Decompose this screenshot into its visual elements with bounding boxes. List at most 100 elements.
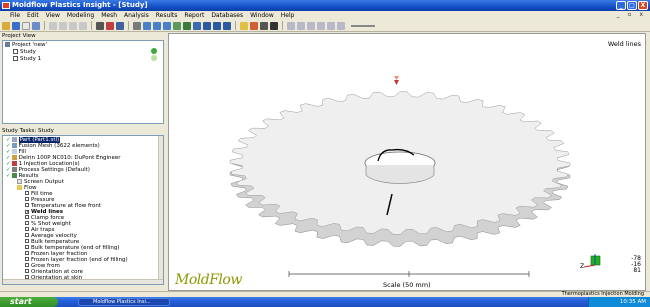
window-controls: _ □ X bbox=[616, 1, 648, 10]
view-icon[interactable] bbox=[193, 21, 201, 30]
close-button[interactable]: X bbox=[638, 1, 648, 10]
result-checkbox[interactable] bbox=[25, 191, 29, 195]
result-checkbox[interactable] bbox=[25, 251, 29, 255]
tasks-vertical-scrollbar[interactable] bbox=[158, 136, 163, 284]
clock[interactable]: 10:35 AM bbox=[620, 299, 646, 305]
menu-modeling[interactable]: Modeling bbox=[67, 12, 94, 19]
model-viewport[interactable]: Weld lines MoldFlow Scale (50 mm) Z -78 … bbox=[168, 33, 646, 291]
part-icon bbox=[11, 137, 17, 142]
next-frame-icon[interactable] bbox=[317, 21, 325, 30]
rotate-icon[interactable] bbox=[143, 21, 151, 30]
report-icon[interactable] bbox=[260, 21, 268, 30]
mdi-controls[interactable]: _ ▫ x bbox=[617, 11, 646, 18]
pan-icon[interactable] bbox=[153, 21, 161, 30]
result-checkbox[interactable] bbox=[25, 269, 29, 273]
toolbar-separator bbox=[91, 21, 92, 30]
study-tasks-title: Study Tasks: Study bbox=[2, 128, 54, 134]
query-icon[interactable] bbox=[106, 21, 114, 30]
result-checkbox[interactable] bbox=[25, 215, 29, 219]
help-pointer-icon[interactable] bbox=[116, 21, 124, 30]
gear-bore-wall bbox=[365, 165, 435, 184]
tasks-horizontal-scrollbar[interactable] bbox=[3, 279, 163, 284]
result-checkbox[interactable] bbox=[25, 245, 29, 249]
toolbar-separator bbox=[282, 21, 283, 30]
menu-results[interactable]: Results bbox=[156, 12, 178, 19]
mesh-icon bbox=[11, 143, 17, 148]
first-frame-icon[interactable] bbox=[287, 21, 295, 30]
stop-icon[interactable] bbox=[337, 21, 345, 30]
new-icon[interactable] bbox=[22, 21, 30, 30]
animate-icon[interactable] bbox=[270, 21, 278, 30]
copy-icon[interactable] bbox=[79, 21, 87, 30]
taskbar-app-button[interactable]: Moldflow Plastics Insi... bbox=[78, 298, 170, 306]
undo-icon[interactable] bbox=[49, 21, 57, 30]
save-icon[interactable] bbox=[12, 21, 20, 30]
result-checkbox[interactable] bbox=[25, 233, 29, 237]
status-ok-icon bbox=[151, 55, 157, 61]
project-item-study[interactable]: Study bbox=[13, 49, 36, 55]
menu-edit[interactable]: Edit bbox=[27, 12, 39, 19]
toolbar-separator bbox=[44, 21, 45, 30]
result-checkbox[interactable] bbox=[25, 239, 29, 243]
print-icon[interactable] bbox=[96, 21, 104, 30]
project-view-panel: Project 'new' Study Study 1 bbox=[2, 40, 164, 124]
menu-help[interactable]: Help bbox=[281, 12, 295, 19]
folder-icon bbox=[17, 185, 22, 190]
result-checkbox[interactable] bbox=[25, 263, 29, 267]
start-button[interactable]: start bbox=[0, 297, 58, 307]
screen-output-icon bbox=[17, 179, 22, 184]
zoom-area-icon[interactable] bbox=[173, 21, 181, 30]
menu-mesh[interactable]: Mesh bbox=[101, 12, 117, 19]
gear-model-view[interactable] bbox=[169, 34, 646, 291]
taskbar: start Moldflow Plastics Insi... 10:35 AM bbox=[0, 297, 650, 307]
fill-icon bbox=[11, 149, 17, 154]
project-root-label: Project 'new' bbox=[12, 42, 47, 48]
animation-slider[interactable] bbox=[351, 24, 375, 27]
result-checkbox[interactable] bbox=[25, 221, 29, 225]
mesh-icon[interactable] bbox=[213, 21, 221, 30]
project-item-label: Study 1 bbox=[20, 56, 42, 62]
result-checkbox-checked[interactable]: ✓ bbox=[25, 210, 30, 215]
results-icon[interactable] bbox=[240, 21, 248, 30]
grid-icon[interactable] bbox=[203, 21, 211, 30]
study-tasks-panel: ✓ Part (Part1.stl) ✓ Fusion Mesh (3622 ele… bbox=[2, 135, 164, 285]
fit-icon[interactable] bbox=[183, 21, 191, 30]
redo-icon[interactable] bbox=[59, 21, 67, 30]
layers-icon[interactable] bbox=[223, 21, 231, 30]
task-label: Fusion Mesh (3622 elements) bbox=[18, 143, 100, 149]
cut-icon[interactable] bbox=[69, 21, 77, 30]
menu-databases[interactable]: Databases bbox=[211, 12, 243, 19]
app-window: Moldflow Plastics Insight - [Study] _ □ … bbox=[0, 0, 650, 307]
disk-icon[interactable] bbox=[32, 21, 40, 30]
project-root[interactable]: Project 'new' bbox=[5, 42, 47, 48]
axis-z-label: Z bbox=[580, 263, 585, 270]
play-icon[interactable] bbox=[307, 21, 315, 30]
menu-report[interactable]: Report bbox=[184, 12, 204, 19]
select-icon[interactable] bbox=[133, 21, 141, 30]
injection-icon bbox=[11, 161, 17, 166]
result-checkbox[interactable] bbox=[25, 203, 29, 207]
minimize-button[interactable]: _ bbox=[616, 1, 626, 10]
rotation-z-value: 81 bbox=[633, 267, 641, 274]
menu-file[interactable]: File bbox=[10, 12, 20, 19]
moldflow-app-icon bbox=[2, 2, 10, 9]
project-item-study-1[interactable]: Study 1 bbox=[13, 56, 41, 62]
result-checkbox[interactable] bbox=[25, 227, 29, 231]
open-icon[interactable] bbox=[2, 21, 10, 30]
pause-icon[interactable] bbox=[327, 21, 335, 30]
zoom-icon[interactable] bbox=[163, 21, 171, 30]
project-item-label: Study bbox=[20, 49, 36, 55]
plot-icon[interactable] bbox=[250, 21, 258, 30]
project-view-title: Project View bbox=[2, 33, 36, 39]
maximize-button[interactable]: □ bbox=[627, 1, 637, 10]
result-checkbox[interactable] bbox=[25, 197, 29, 201]
toolbar-separator bbox=[235, 21, 236, 30]
title-bar[interactable]: Moldflow Plastics Insight - [Study] _ □ … bbox=[0, 0, 650, 11]
menu-analysis[interactable]: Analysis bbox=[124, 12, 149, 19]
menu-window[interactable]: Window bbox=[250, 12, 274, 19]
study-icon bbox=[13, 56, 18, 61]
injection-gate-marker bbox=[394, 80, 399, 85]
prev-frame-icon[interactable] bbox=[297, 21, 305, 30]
result-checkbox[interactable] bbox=[25, 257, 29, 261]
menu-view[interactable]: View bbox=[46, 12, 60, 19]
